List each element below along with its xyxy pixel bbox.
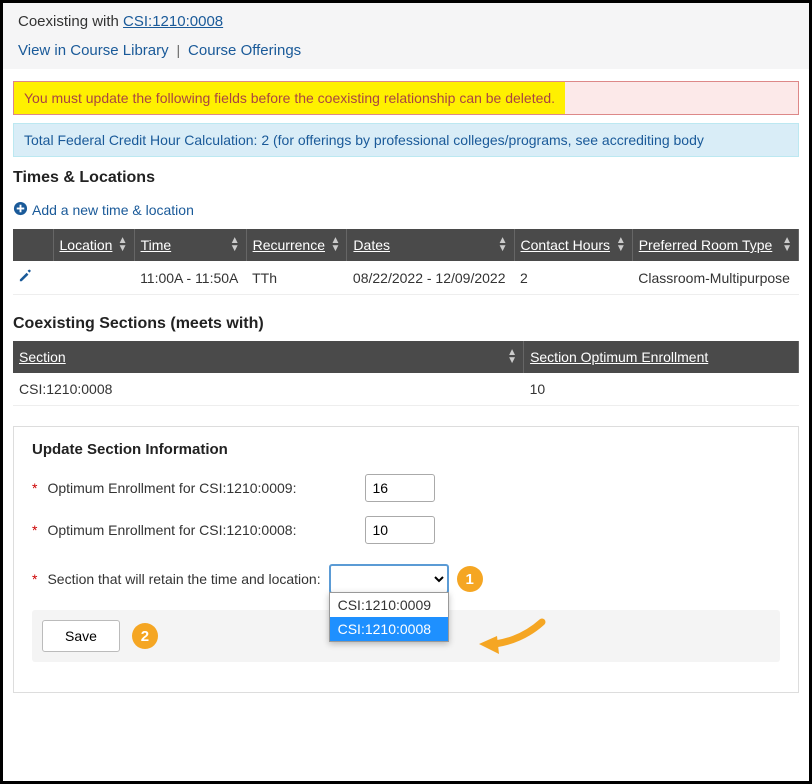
update-section-info-panel: Update Section Information * Optimum Enr… <box>13 426 799 693</box>
retain-section-label: Section that will retain the time and lo… <box>47 571 320 587</box>
col-contact-hours[interactable]: Contact Hours▲▼ <box>514 229 632 261</box>
retain-option-0008[interactable]: CSI:1210:0008 <box>330 617 448 641</box>
optimum-enrollment-input-1[interactable] <box>365 474 435 502</box>
save-button[interactable]: Save <box>42 620 120 652</box>
cell-section: CSI:1210:0008 <box>13 373 524 406</box>
coexisting-sections-heading: Coexisting Sections (meets with) <box>13 315 799 333</box>
optimum-enrollment-label-1: Optimum Enrollment for CSI:1210:0009: <box>47 480 357 496</box>
col-section-optimum[interactable]: Section Optimum Enrollment <box>524 341 799 373</box>
sort-icon[interactable]: ▲▼ <box>118 237 128 253</box>
callout-2: 2 <box>132 623 158 649</box>
cell-dates: 08/22/2022 - 12/09/2022 <box>347 261 514 295</box>
sort-icon[interactable]: ▲▼ <box>507 349 517 365</box>
sort-icon[interactable]: ▲▼ <box>782 237 792 253</box>
sort-icon[interactable]: ▲▼ <box>230 237 240 253</box>
col-recurrence[interactable]: Recurrence▲▼ <box>246 229 347 261</box>
error-alert: You must update the following fields bef… <box>13 81 799 115</box>
error-alert-text: You must update the following fields bef… <box>14 82 565 114</box>
coexist-with-row: Coexisting with CSI:1210:0008 <box>18 13 794 30</box>
arrow-icon <box>477 614 547 654</box>
optimum-enrollment-label-2: Optimum Enrollment for CSI:1210:0008: <box>47 522 357 538</box>
table-row: CSI:1210:0008 10 <box>13 373 799 406</box>
update-panel-title: Update Section Information <box>32 441 780 458</box>
col-time[interactable]: Time▲▼ <box>134 229 246 261</box>
divider: | <box>177 42 181 58</box>
col-preferred-room[interactable]: Preferred Room Type▲▼ <box>632 229 798 261</box>
col-dates[interactable]: Dates▲▼ <box>347 229 514 261</box>
info-alert-text: Total Federal Credit Hour Calculation: 2… <box>24 132 704 148</box>
table-row: 11:00A - 11:50A TTh 08/22/2022 - 12/09/2… <box>13 261 799 295</box>
pencil-icon[interactable] <box>19 270 33 286</box>
add-time-location-label: Add a new time & location <box>32 202 194 218</box>
add-time-location-link[interactable]: Add a new time & location <box>13 201 194 219</box>
info-alert: Total Federal Credit Hour Calculation: 2… <box>13 123 799 157</box>
optimum-enrollment-input-2[interactable] <box>365 516 435 544</box>
callout-1: 1 <box>457 566 483 592</box>
required-star-icon: * <box>32 571 37 587</box>
cell-contact-hours: 2 <box>514 261 632 295</box>
cell-time: 11:00A - 11:50A <box>134 261 246 295</box>
coexist-csi-link[interactable]: CSI:1210:0008 <box>123 13 223 30</box>
sort-icon[interactable]: ▲▼ <box>498 237 508 253</box>
required-star-icon: * <box>32 480 37 496</box>
times-locations-heading: Times & Locations <box>13 169 799 187</box>
col-location[interactable]: Location▲▼ <box>53 229 134 261</box>
optimum-enrollment-row-1: * Optimum Enrollment for CSI:1210:0009: <box>32 474 780 502</box>
view-in-course-library-link[interactable]: View in Course Library <box>18 42 169 59</box>
cell-preferred-room: Classroom-Multipurpose <box>632 261 798 295</box>
plus-circle-icon <box>13 201 28 219</box>
optimum-enrollment-row-2: * Optimum Enrollment for CSI:1210:0008: <box>32 516 780 544</box>
sort-icon[interactable]: ▲▼ <box>331 237 341 253</box>
sort-icon[interactable]: ▲▼ <box>616 237 626 253</box>
col-section[interactable]: Section▲▼ <box>13 341 524 373</box>
retain-section-row: * Section that will retain the time and … <box>32 564 780 594</box>
header-link-row: View in Course Library | Course Offering… <box>18 42 794 59</box>
coexisting-sections-table: Section▲▼ Section Optimum Enrollment CSI… <box>13 341 799 406</box>
course-offerings-link[interactable]: Course Offerings <box>188 42 301 59</box>
coexist-prefix: Coexisting with <box>18 13 123 30</box>
cell-optimum: 10 <box>524 373 799 406</box>
retain-section-select[interactable] <box>329 564 449 594</box>
cell-location <box>53 261 134 295</box>
cell-recurrence: TTh <box>246 261 347 295</box>
col-edit <box>13 229 53 261</box>
retain-option-0009[interactable]: CSI:1210:0009 <box>330 593 448 617</box>
retain-section-dropdown-list: CSI:1210:0009 CSI:1210:0008 <box>329 592 449 642</box>
times-locations-table: Location▲▼ Time▲▼ Recurrence▲▼ Dates▲▼ C… <box>13 229 799 295</box>
required-star-icon: * <box>32 522 37 538</box>
